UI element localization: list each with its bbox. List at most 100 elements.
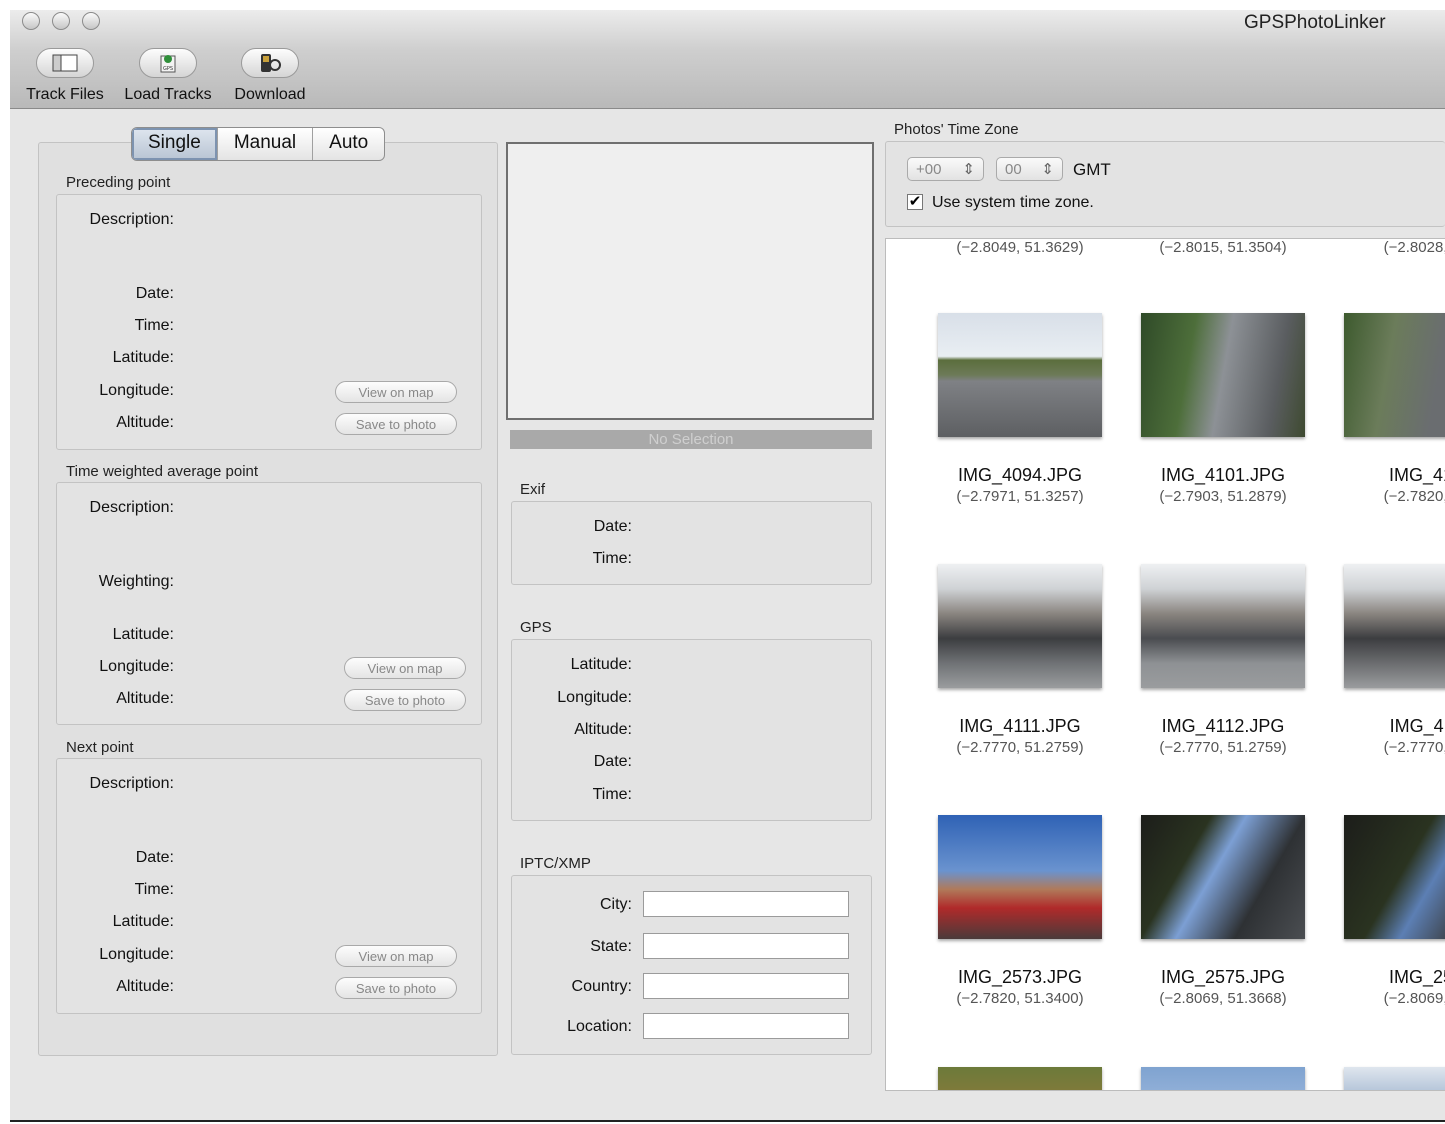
photo-coords: (−2.8049, 51.3629) <box>956 239 1084 256</box>
photo-coords: (−2.7903, 51.2879) <box>1159 488 1287 505</box>
mode-manual-tab[interactable]: Manual <box>218 128 314 160</box>
photo-preview <box>506 142 874 420</box>
track-files-label: Track Files <box>26 86 104 103</box>
country-input[interactable] <box>643 973 849 999</box>
use-system-tz-checkbox[interactable]: ✔ <box>907 194 923 210</box>
gmt-label: GMT <box>1073 160 1111 179</box>
mode-auto-tab[interactable]: Auto <box>313 128 384 160</box>
load-tracks-icon: GPS <box>139 48 197 78</box>
average-view-on-map-button[interactable]: View on map <box>344 657 466 679</box>
tz-hours-stepper[interactable]: +00 ⇕ <box>907 157 984 181</box>
next-description-label: Description: <box>89 775 174 792</box>
photo-thumbnail[interactable] <box>1141 1067 1305 1090</box>
average-altitude-label: Altitude: <box>116 690 174 707</box>
next-point-title: Next point <box>66 739 134 756</box>
gps-longitude-label: Longitude: <box>557 689 632 706</box>
average-longitude-label: Longitude: <box>99 658 174 675</box>
iptc-title: IPTC/XMP <box>520 855 591 872</box>
mode-single-tab[interactable]: Single <box>132 128 218 160</box>
app-window: GPSPhotoLinker Track Files GPS Load Trac… <box>10 10 1445 1122</box>
photo-name: IMG_257 <box>1388 967 1445 987</box>
time-zone-title: Photos' Time Zone <box>894 121 1019 138</box>
iptc-state-label: State: <box>590 938 632 955</box>
gps-date-label: Date: <box>593 753 632 770</box>
photo-coords: (−2.7820, 51.3400) <box>956 990 1084 1007</box>
photo-coords: (−2.7770, 51.2759) <box>1159 739 1287 756</box>
download-icon <box>241 48 299 78</box>
photo-name: IMG_4094.JPG <box>957 465 1083 485</box>
use-system-tz-label: Use system time zone. <box>932 194 1094 211</box>
minimize-window-button[interactable] <box>52 12 70 30</box>
photo-thumbnail[interactable] <box>1141 564 1305 688</box>
photo-name: IMG_4101.JPG <box>1160 465 1286 485</box>
exif-time-label: Time: <box>592 550 632 567</box>
zoom-window-button[interactable] <box>82 12 100 30</box>
photo-coords: (−2.7770, 51 <box>1383 739 1445 756</box>
photo-thumbnail[interactable] <box>1344 815 1445 939</box>
photo-thumbnail[interactable] <box>1344 313 1445 437</box>
photo-thumbnail[interactable] <box>1344 1067 1445 1090</box>
photo-coords: (−2.7770, 51.2759) <box>956 739 1084 756</box>
photo-thumbnail[interactable] <box>1344 564 1445 688</box>
photo-thumbnail[interactable] <box>1141 815 1305 939</box>
photo-coords: (−2.7971, 51.3257) <box>956 488 1084 505</box>
next-save-to-photo-button[interactable]: Save to photo <box>335 977 457 999</box>
location-input[interactable] <box>643 1013 849 1039</box>
title-toolbar: GPSPhotoLinker Track Files GPS Load Trac… <box>10 10 1445 109</box>
state-input[interactable] <box>643 933 849 959</box>
gps-time-label: Time: <box>592 786 632 803</box>
svg-text:GPS: GPS <box>163 66 173 72</box>
photo-coords: (−2.8028, 51 <box>1383 239 1445 256</box>
load-tracks-label: Load Tracks <box>124 86 212 103</box>
preceding-date-label: Date: <box>135 285 174 302</box>
track-files-icon <box>36 48 94 78</box>
next-view-on-map-button[interactable]: View on map <box>335 945 457 967</box>
photo-thumbnail[interactable] <box>938 815 1102 939</box>
next-time-label: Time: <box>134 881 174 898</box>
preceding-view-on-map-button[interactable]: View on map <box>335 381 457 403</box>
close-window-button[interactable] <box>22 12 40 30</box>
photo-name: IMG_2573.JPG <box>957 967 1083 987</box>
preceding-point-title: Preceding point <box>66 174 171 191</box>
download-label: Download <box>234 86 306 103</box>
photo-thumbnail[interactable] <box>938 564 1102 688</box>
tz-minutes-stepper[interactable]: 00 ⇕ <box>996 157 1063 181</box>
gps-latitude-label: Latitude: <box>570 656 632 673</box>
exif-title: Exif <box>520 481 546 498</box>
photo-coords: (−2.8015, 51.3504) <box>1159 239 1287 256</box>
photo-thumbnail[interactable] <box>938 1067 1102 1090</box>
no-selection-bar: No Selection <box>510 430 872 449</box>
preceding-longitude-label: Longitude: <box>99 382 174 399</box>
time-zone-box <box>885 141 1445 227</box>
iptc-city-label: City: <box>600 896 632 913</box>
average-save-to-photo-button[interactable]: Save to photo <box>344 689 466 711</box>
average-point-title: Time weighted average point <box>66 463 259 480</box>
average-description-label: Description: <box>89 499 174 516</box>
photo-name: IMG_2575.JPG <box>1160 967 1286 987</box>
photo-grid[interactable]: (−2.8049, 51.3629) (−2.8015, 51.3504) (−… <box>885 238 1445 1091</box>
track-files-button[interactable]: Track Files <box>22 48 108 104</box>
next-latitude-label: Latitude: <box>112 913 174 930</box>
stepper-arrows-icon: ⇕ <box>962 161 975 178</box>
average-weighting-label: Weighting: <box>98 573 174 590</box>
photo-name: IMG_4111.JPG <box>959 716 1081 736</box>
preceding-description-label: Description: <box>89 211 174 228</box>
photo-thumbnail[interactable] <box>1141 313 1305 437</box>
next-altitude-label: Altitude: <box>116 978 174 995</box>
city-input[interactable] <box>643 891 849 917</box>
gps-altitude-label: Altitude: <box>574 721 632 738</box>
download-button[interactable]: Download <box>228 48 312 104</box>
photo-thumbnail[interactable] <box>938 313 1102 437</box>
preceding-time-label: Time: <box>134 317 174 334</box>
preceding-altitude-label: Altitude: <box>116 414 174 431</box>
photo-name: IMG_411 <box>1389 716 1445 736</box>
next-longitude-label: Longitude: <box>99 946 174 963</box>
tz-hours-value: +00 <box>916 160 942 178</box>
load-tracks-button[interactable]: GPS Load Tracks <box>118 48 218 104</box>
exif-date-label: Date: <box>593 518 632 535</box>
preceding-save-to-photo-button[interactable]: Save to photo <box>335 413 457 435</box>
photo-name: IMG_4112.JPG <box>1161 716 1285 736</box>
mode-segmented-control[interactable]: Single Manual Auto <box>131 127 386 161</box>
next-date-label: Date: <box>135 849 174 866</box>
photo-coords: (−2.8069, 51 <box>1383 990 1445 1007</box>
